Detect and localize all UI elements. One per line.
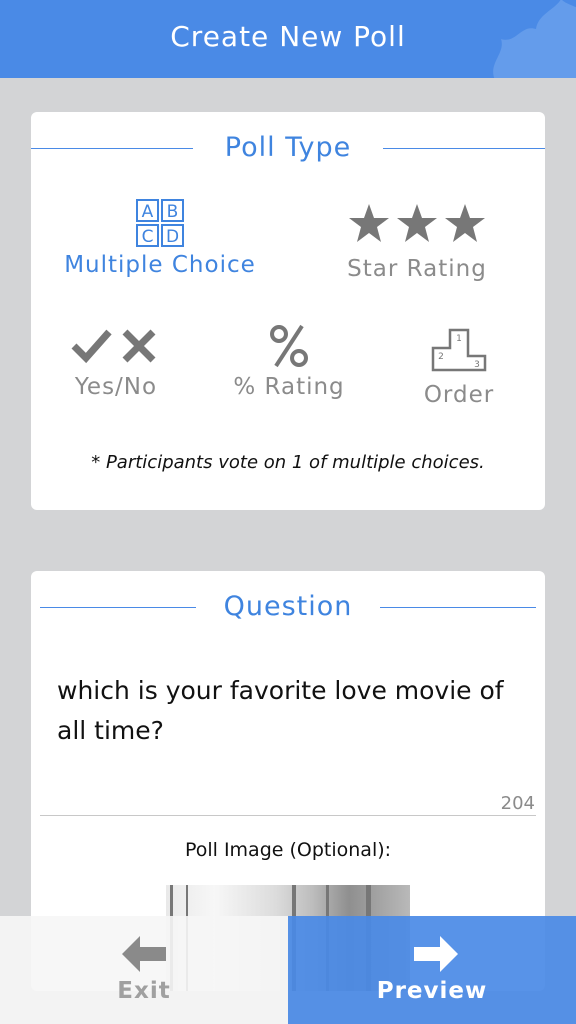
- choice-letter-b: B: [167, 202, 179, 222]
- exit-button[interactable]: Exit: [0, 916, 288, 1024]
- bottom-bar: Exit Preview: [0, 916, 576, 1024]
- poll-type-star-rating[interactable]: Star Rating: [321, 202, 513, 282]
- poll-type-label: % Rating: [233, 374, 345, 400]
- poll-type-label: Order: [423, 382, 495, 408]
- header-decoration-icon: [493, 0, 576, 78]
- poll-type-label: Yes/No: [74, 374, 158, 400]
- arrow-right-icon: [414, 936, 458, 972]
- choice-letter-d: D: [166, 227, 179, 247]
- question-header: Question: [31, 587, 545, 627]
- podium-icon: 1 2 3: [431, 328, 487, 372]
- percent-icon: [270, 324, 308, 368]
- choice-letter-a: A: [142, 202, 154, 222]
- preview-label: Preview: [376, 978, 488, 1004]
- podium-second: 2: [438, 352, 444, 362]
- header-bar: Create New Poll: [0, 0, 576, 78]
- poll-type-card: Poll Type A B C D Multiple Choice Star R…: [31, 112, 545, 510]
- podium-first: 1: [456, 334, 462, 344]
- poll-type-order[interactable]: 1 2 3 Order: [401, 326, 517, 408]
- poll-type-yes-no[interactable]: Yes/No: [51, 326, 181, 400]
- poll-type-percent-rating[interactable]: % Rating: [219, 324, 359, 400]
- abcd-grid-icon: A B C D: [136, 199, 184, 247]
- poll-type-label: Star Rating: [347, 256, 487, 282]
- char-count: 204: [500, 793, 535, 814]
- podium-third: 3: [474, 360, 480, 370]
- choice-letter-c: C: [142, 227, 154, 247]
- exit-label: Exit: [117, 978, 171, 1004]
- arrow-left-icon: [122, 936, 166, 972]
- poll-type-header: Poll Type: [31, 128, 545, 168]
- poll-type-label: Multiple Choice: [64, 252, 256, 278]
- poll-type-note: * Participants vote on 1 of multiple cho…: [91, 452, 485, 473]
- question-input[interactable]: which is your favorite love movie of all…: [57, 671, 521, 751]
- preview-button[interactable]: Preview: [288, 916, 576, 1024]
- check-cross-icon: [71, 329, 156, 364]
- three-stars-icon: [349, 204, 485, 242]
- divider: [40, 815, 536, 816]
- poll-type-multiple-choice[interactable]: A B C D Multiple Choice: [53, 198, 267, 278]
- poll-image-label: Poll Image (Optional):: [184, 839, 392, 861]
